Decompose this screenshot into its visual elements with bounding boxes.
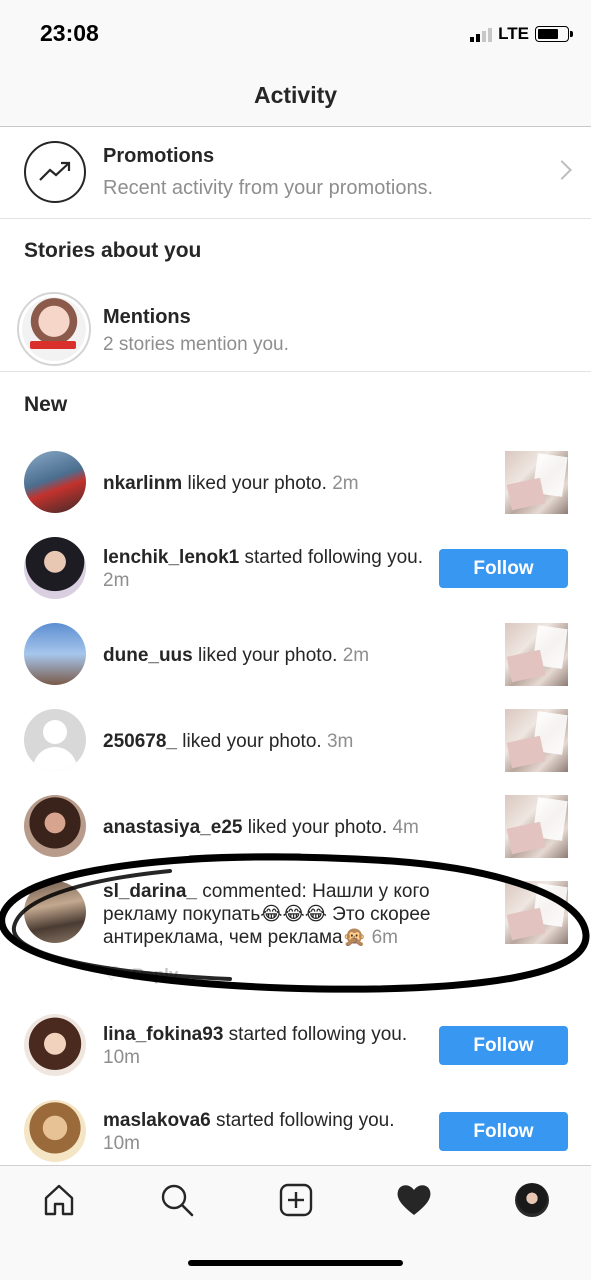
activity-text: lina_fokina93 started following you. 10m [103, 1024, 408, 1068]
post-thumbnail[interactable] [505, 709, 568, 772]
mentions-subtitle: 2 stories mention you. [103, 334, 289, 355]
home-indicator [0, 1237, 591, 1280]
status-indicators: LTE [470, 24, 573, 44]
status-bar: 23:08 LTE [0, 0, 591, 64]
stories-section-title: Stories about you [24, 239, 202, 262]
navigation-header: Activity [0, 64, 591, 127]
bottom-tab-bar [0, 1165, 591, 1237]
status-time: 23:08 [40, 20, 99, 46]
avatar[interactable] [24, 881, 86, 943]
list-item[interactable]: 250678_ liked your photo. 3m [0, 698, 591, 784]
username[interactable]: anastasiya_e25 [103, 817, 242, 838]
comment-text: sl_darina_ commented: Нашли у кого рекла… [103, 881, 431, 948]
activity-text: lenchik_lenok1 started following you. 2m [103, 547, 423, 591]
new-section-title: New [24, 393, 68, 416]
activity-text: 250678_ liked your photo. 3m [103, 731, 354, 752]
avatar[interactable] [24, 623, 86, 685]
profile-tab[interactable] [512, 1180, 552, 1220]
mentions-story-avatar[interactable] [17, 292, 91, 366]
follow-button[interactable]: Follow [439, 1112, 568, 1151]
avatar[interactable] [24, 795, 86, 857]
post-thumbnail[interactable] [505, 795, 568, 858]
list-item[interactable]: dune_uus liked your photo. 2m [0, 612, 591, 698]
chevron-right-icon [552, 160, 572, 180]
activity-text: dune_uus liked your photo. 2m [103, 645, 370, 666]
username[interactable]: sl_darina_ [103, 881, 197, 902]
post-thumbnail[interactable] [505, 451, 568, 514]
promotions-title: Promotions [103, 145, 215, 167]
profile-avatar[interactable] [515, 1183, 549, 1217]
username[interactable]: dune_uus [103, 645, 193, 666]
username[interactable]: nkarlinm [103, 473, 182, 494]
network-type: LTE [498, 24, 529, 43]
page-title: Activity [253, 81, 338, 108]
promotions-row[interactable]: Promotions Recent activity from your pro… [0, 127, 591, 219]
avatar[interactable] [24, 537, 86, 599]
list-item[interactable]: lenchik_lenok1 started following you. 2m… [0, 526, 591, 612]
avatar[interactable] [24, 451, 86, 513]
default-avatar-icon[interactable] [24, 709, 86, 771]
follow-button[interactable]: Follow [439, 1026, 568, 1065]
username[interactable]: lina_fokina93 [103, 1024, 223, 1045]
username[interactable]: 250678_ [103, 731, 177, 752]
reply-actions: ♡ Reply [103, 963, 178, 986]
list-item[interactable]: nkarlinm liked your photo. 2m [0, 440, 591, 526]
avatar[interactable] [24, 1014, 86, 1076]
home-icon[interactable] [39, 1180, 79, 1220]
add-post-icon[interactable] [276, 1180, 316, 1220]
battery-icon [535, 26, 573, 42]
activity-text: nkarlinm liked your photo. 2m [103, 473, 359, 494]
list-item[interactable]: anastasiya_e25 liked your photo. 4m [0, 784, 591, 870]
activity-text: maslakova6 started following you. 10m [103, 1110, 395, 1154]
follow-button[interactable]: Follow [439, 549, 568, 588]
activity-text: anastasiya_e25 liked your photo. 4m [103, 817, 419, 838]
activity-feed[interactable]: Promotions Recent activity from your pro… [0, 127, 591, 1165]
home-bar[interactable] [188, 1260, 403, 1266]
list-item[interactable]: maslakova6 started following you. 10m Fo… [0, 1089, 591, 1165]
username[interactable]: maslakova6 [103, 1110, 211, 1131]
reply-button[interactable]: Reply [132, 965, 178, 985]
like-comment-icon[interactable]: ♡ [103, 963, 120, 986]
signal-icon [470, 26, 493, 42]
post-thumbnail[interactable] [505, 623, 568, 686]
username[interactable]: lenchik_lenok1 [103, 547, 239, 568]
trending-up-icon [24, 141, 86, 203]
post-thumbnail[interactable] [505, 881, 568, 944]
mentions-title: Mentions [103, 306, 191, 328]
avatar[interactable] [24, 1100, 86, 1162]
list-item[interactable]: sl_darina_ commented: Нашли у кого рекла… [0, 870, 591, 995]
mentions-row[interactable]: Mentions 2 stories mention you. [0, 282, 591, 372]
activity-heart-icon[interactable] [394, 1180, 434, 1220]
search-icon[interactable] [157, 1180, 197, 1220]
promotions-subtitle: Recent activity from your promotions. [103, 177, 434, 199]
list-item[interactable]: lina_fokina93 started following you. 10m… [0, 1003, 591, 1089]
